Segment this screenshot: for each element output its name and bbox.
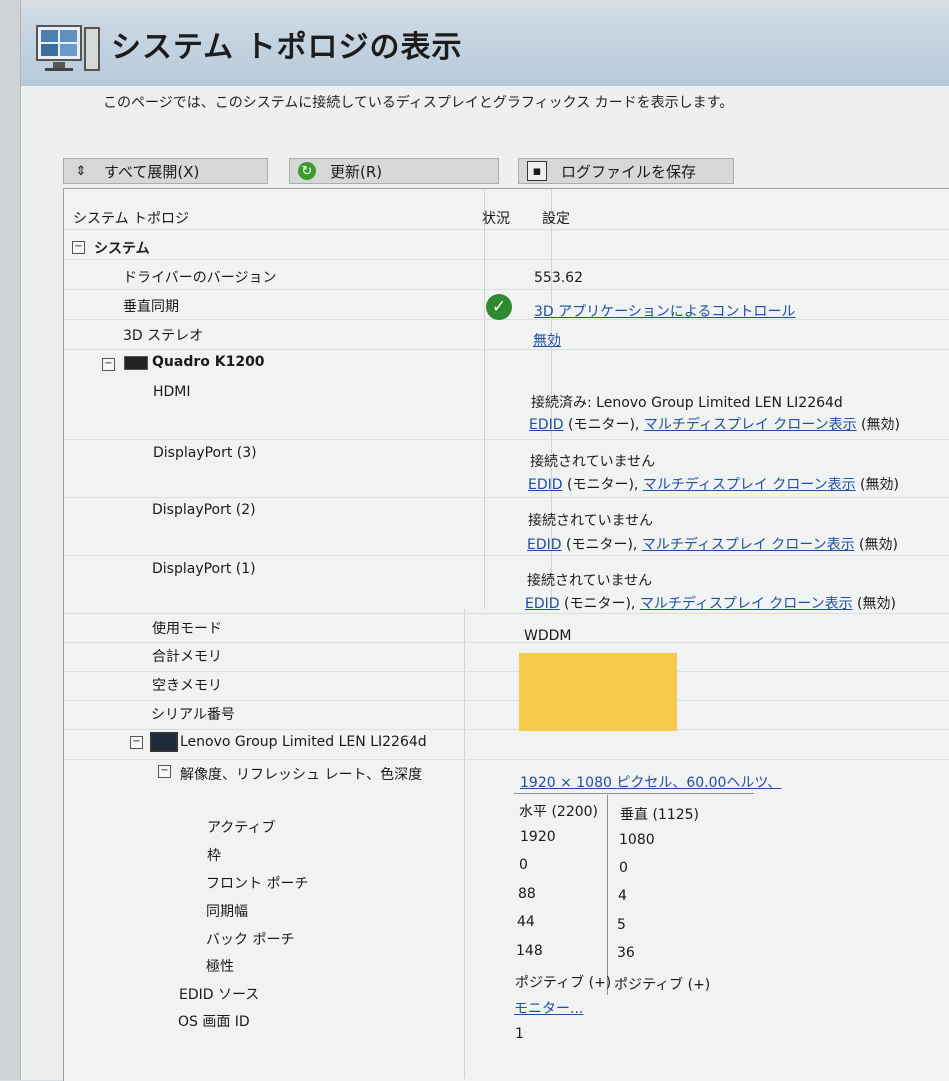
timing-row-h: 88 [518, 886, 536, 902]
collapse-system-toggle[interactable]: − [72, 241, 85, 254]
topology-panel: システム トポロジの表示 このページでは、このシステムに接続しているディスプレイ… [20, 8, 949, 1081]
timing-row-h: 1920 [520, 829, 556, 845]
port-links: EDID (モニター), マルチディスプレイ クローン表示 (無効) [527, 537, 898, 553]
clone-display-link[interactable]: マルチディスプレイ クローン表示 [644, 417, 857, 433]
refresh-button[interactable]: ↻ 更新(R) [289, 158, 499, 184]
display-topology-icon [36, 25, 100, 71]
port-status: 接続済み: Lenovo Group Limited LEN LI2264d [531, 395, 843, 411]
status-ok-check-icon: ✓ [486, 294, 512, 320]
timing-row-label: 同期幅 [206, 904, 248, 920]
expand-all-label: すべて展開(X) [104, 162, 200, 181]
monitor-icon [150, 732, 178, 752]
timing-row-label: フロント ポーチ [206, 876, 309, 892]
monitor-node-label[interactable]: Lenovo Group Limited LEN LI2264d [180, 734, 427, 750]
port-label: DisplayPort (2) [152, 502, 256, 518]
vsync-value-link[interactable]: 3D アプリケーションによるコントロール [534, 301, 795, 321]
timing-row-label: アクティブ [207, 820, 276, 836]
timing-row-label: バック ポーチ [206, 932, 295, 948]
edid-link[interactable]: EDID [528, 477, 563, 493]
page-title: システム トポロジの表示 [111, 30, 463, 65]
os-screen-id-label: OS 画面 ID [178, 1014, 250, 1030]
refresh-label: 更新(R) [330, 162, 383, 181]
resolution-link[interactable]: 1920 × 1080 ピクセル、60.00ヘルツ、 [520, 772, 781, 792]
edid-link[interactable]: EDID [527, 537, 562, 553]
collapse-gpu-toggle[interactable]: − [102, 358, 115, 371]
graphics-card-icon [124, 356, 148, 370]
port-status: 接続されていません [530, 454, 656, 470]
left-pane-edge [0, 0, 21, 1080]
collapse-monitor-toggle[interactable]: − [130, 736, 143, 749]
timing-header-vertical: 垂直 (1125) [620, 807, 700, 823]
timing-row-label: 極性 [206, 959, 234, 975]
edid-source-label: EDID ソース [179, 987, 260, 1003]
page-header: システム トポロジの表示 [21, 8, 949, 86]
edid-link[interactable]: EDID [529, 417, 564, 433]
edid-source-link[interactable]: モニター... [514, 998, 583, 1018]
stereo-value-link[interactable]: 無効 [533, 330, 561, 350]
port-links: EDID (モニター), マルチディスプレイ クローン表示 (無効) [528, 477, 899, 493]
floppy-disk-icon: ▪ [527, 161, 547, 181]
expand-collapse-icon: ⇕ [75, 163, 87, 179]
stereo-label: 3D ステレオ [123, 328, 204, 344]
usage-mode-value: WDDM [524, 628, 572, 644]
save-log-label: ログファイルを保存 [561, 162, 697, 181]
free-memory-label: 空きメモリ [152, 678, 222, 694]
resolution-label: 解像度、リフレッシュ レート、色深度 [180, 767, 423, 783]
timing-row-v: 0 [619, 860, 628, 876]
timing-row-h: 148 [516, 943, 543, 959]
system-node-label[interactable]: システム [94, 238, 150, 258]
port-label: DisplayPort (3) [153, 445, 257, 461]
timing-row-h: 0 [519, 857, 528, 873]
column-header-settings[interactable]: 設定 [542, 208, 570, 228]
total-memory-label: 合計メモリ [152, 649, 222, 665]
clone-display-link[interactable]: マルチディスプレイ クローン表示 [640, 596, 853, 612]
vsync-label: 垂直同期 [123, 299, 179, 315]
timing-row-v: ポジティブ (+) [614, 977, 711, 993]
timing-row-v: 36 [617, 945, 635, 961]
timing-row-h: 44 [517, 914, 535, 930]
page-description: このページでは、このシステムに接続しているディスプレイとグラフィックス カードを… [103, 95, 734, 111]
timing-row-label: 枠 [207, 848, 221, 864]
timing-row-h: ポジティブ (+) [515, 975, 612, 991]
refresh-icon: ↻ [298, 162, 316, 180]
port-status: 接続されていません [527, 573, 653, 589]
port-links: EDID (モニター), マルチディスプレイ クローン表示 (無効) [525, 596, 896, 612]
timing-header-horizontal: 水平 (2200) [519, 804, 599, 820]
topology-table: システム トポロジ 状況 設定 − システム ドライバーのバージョン 553.6… [63, 188, 949, 1081]
usage-mode-label: 使用モード [152, 621, 222, 637]
timing-row-v: 5 [617, 917, 626, 933]
expand-all-button[interactable]: ⇕ すべて展開(X) [63, 158, 268, 184]
serial-number-label: シリアル番号 [151, 707, 235, 723]
os-screen-id-value: 1 [515, 1026, 524, 1042]
timing-row-v: 4 [618, 888, 627, 904]
port-status: 接続されていません [528, 513, 654, 529]
clone-display-link[interactable]: マルチディスプレイ クローン表示 [642, 537, 855, 553]
driver-version-label: ドライバーのバージョン [123, 270, 277, 286]
port-links: EDID (モニター), マルチディスプレイ クローン表示 (無効) [529, 417, 900, 433]
column-header-topology[interactable]: システム トポロジ [73, 208, 189, 228]
edid-link[interactable]: EDID [525, 596, 560, 612]
collapse-resolution-toggle[interactable]: − [158, 765, 171, 778]
save-log-button[interactable]: ▪ ログファイルを保存 [518, 158, 734, 184]
driver-version-value: 553.62 [534, 270, 583, 286]
timing-row-v: 1080 [619, 832, 655, 848]
port-label: DisplayPort (1) [152, 561, 256, 577]
column-header-status[interactable]: 状況 [482, 208, 510, 228]
redacted-values [519, 653, 677, 731]
clone-display-link[interactable]: マルチディスプレイ クローン表示 [643, 477, 856, 493]
port-label: HDMI [153, 384, 191, 400]
gpu-node-label[interactable]: Quadro K1200 [152, 354, 265, 370]
